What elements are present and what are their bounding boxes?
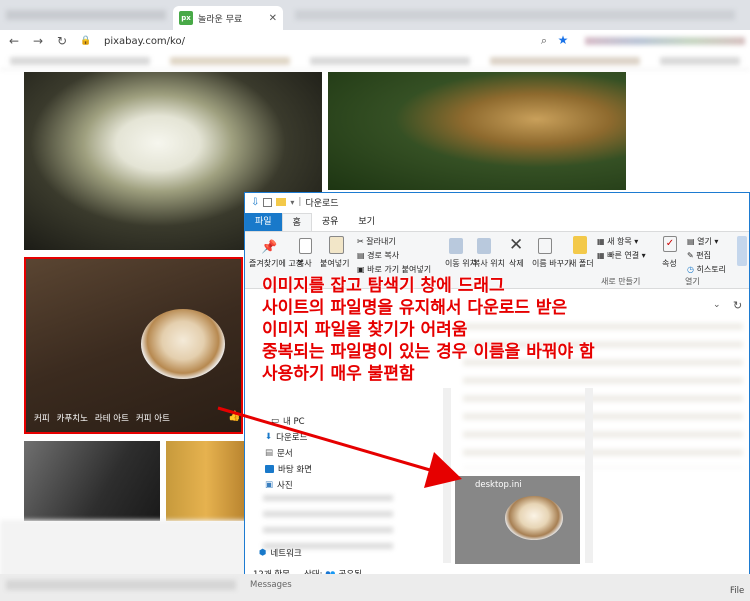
annotation-line: 이미지 파일을 찾기가 어려움 bbox=[262, 320, 468, 340]
annotation-line: 사이트의 파일명을 유지해서 다운로드 받은 bbox=[262, 298, 568, 318]
annotation-line: 사용하기 매우 불편함 bbox=[262, 364, 415, 384]
arrow-shaft bbox=[217, 406, 431, 472]
annotation-line: 이미지를 잡고 탐색기 창에 드래그 bbox=[262, 276, 505, 296]
annotation-line: 중복되는 파일명이 있는 경우 이름을 바꿔야 함 bbox=[262, 342, 595, 362]
annotation-text: 이미지를 잡고 탐색기 창에 드래그 사이트의 파일명을 유지해서 다운로드 받… bbox=[262, 275, 595, 385]
arrow-head bbox=[424, 452, 462, 488]
